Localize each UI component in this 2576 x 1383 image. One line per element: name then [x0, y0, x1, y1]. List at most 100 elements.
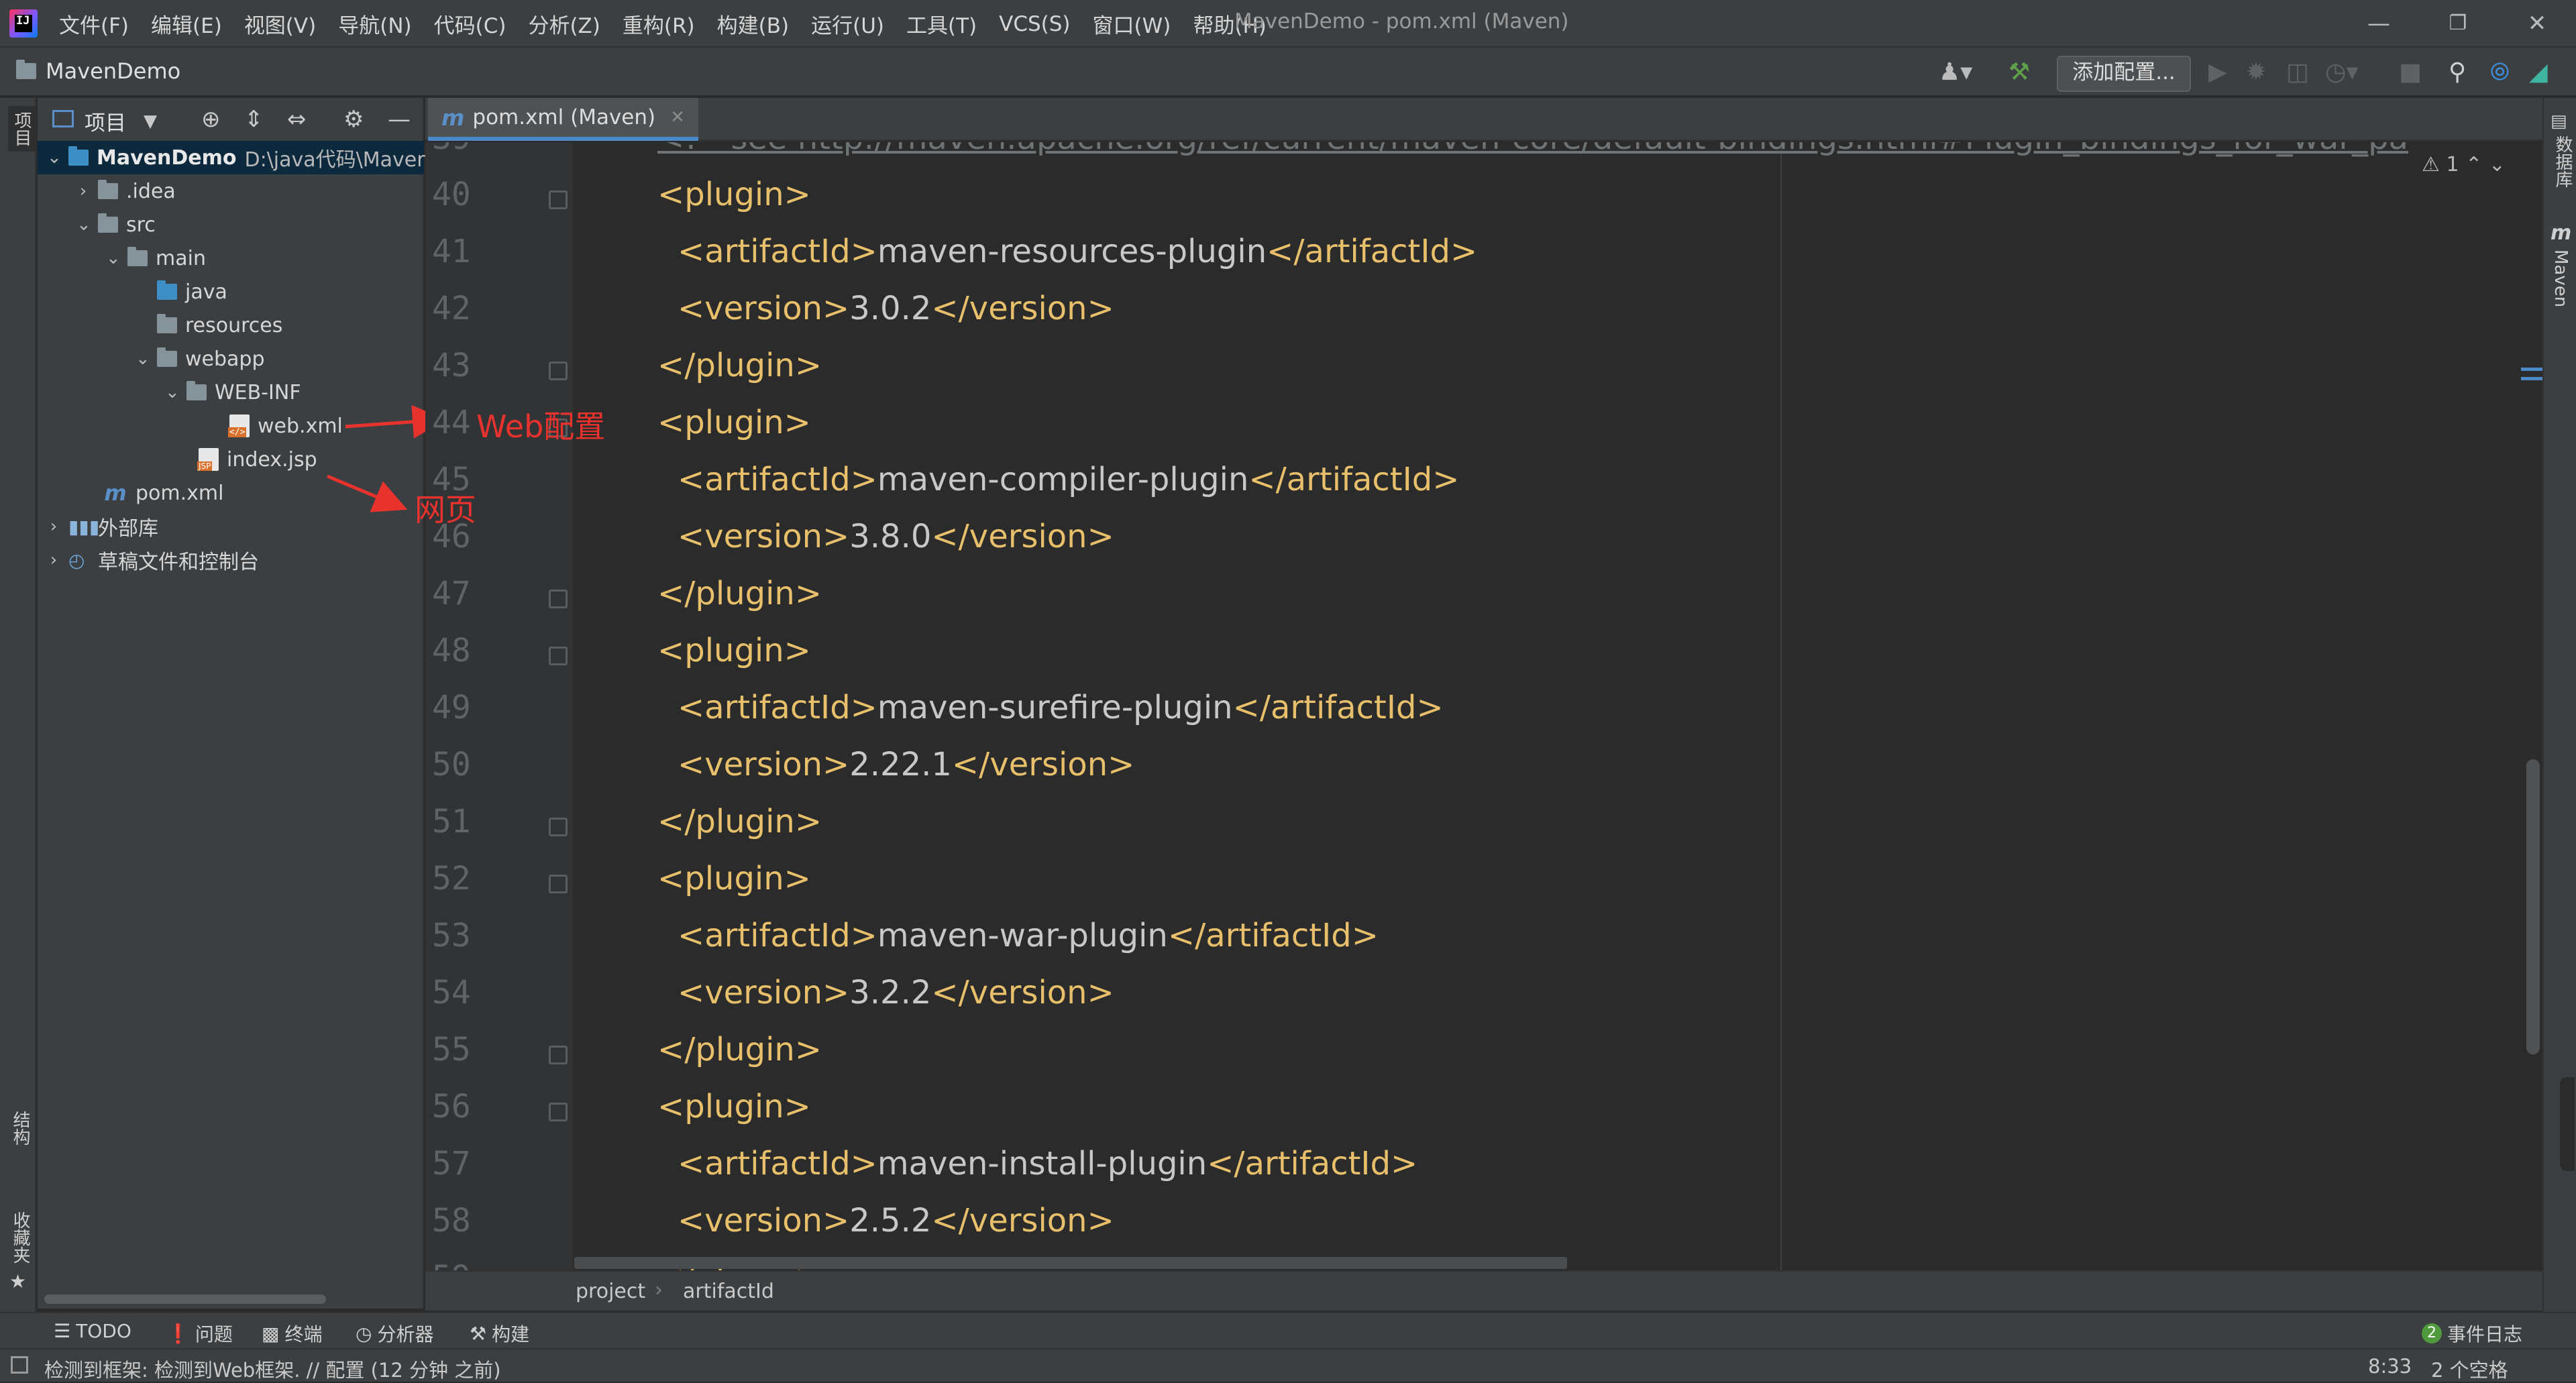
database-tool-tab[interactable]: 数据库: [2551, 135, 2575, 188]
collapse-all-icon[interactable]: ⇔: [287, 106, 307, 133]
coverage-icon[interactable]: ◫: [2286, 59, 2309, 86]
chevron-down-icon[interactable]: ⌄: [136, 349, 150, 369]
menu-file[interactable]: 文件(F): [59, 9, 129, 39]
fold-marker-icon[interactable]: [549, 590, 568, 608]
tree-item-pom-xml[interactable]: m pom.xml: [103, 476, 223, 510]
breadcrumb-separator: ›: [655, 1278, 663, 1302]
chevron-down-icon[interactable]: ▼: [144, 111, 157, 131]
maven-tool-tab[interactable]: Maven: [2551, 250, 2571, 307]
menu-window[interactable]: 窗口(W): [1093, 9, 1171, 39]
profiler-tool-button[interactable]: ◷ 分析器: [356, 1320, 433, 1347]
hide-panel-icon[interactable]: —: [388, 106, 411, 133]
fold-marker-icon[interactable]: [549, 647, 568, 665]
tree-item-scratches[interactable]: › ◴ 草稿文件和控制台: [47, 543, 259, 577]
menu-vcs[interactable]: VCS(S): [999, 12, 1070, 36]
search-icon[interactable]: ⚲: [2449, 59, 2466, 86]
chevron-down-icon[interactable]: ⌄: [106, 248, 121, 268]
code-line: <artifactId>maven-compiler-plugin</artif…: [678, 461, 1460, 498]
chevron-down-icon[interactable]: ⌄: [76, 215, 91, 235]
tree-item-external-libraries[interactable]: › ▮▮▮ 外部库: [47, 510, 158, 543]
tree-item-label: java: [185, 280, 227, 304]
code-line: <version>3.2.2</version>: [678, 974, 1114, 1011]
restore-icon[interactable]: ❐: [2438, 8, 2478, 39]
locate-icon[interactable]: ⊕: [201, 106, 221, 133]
todo-tool-button[interactable]: ☰ TODO: [54, 1320, 131, 1342]
project-panel-title[interactable]: 项目: [85, 106, 126, 136]
terminal-tool-button[interactable]: ▩ 终端: [262, 1320, 322, 1347]
breadcrumb-project[interactable]: project: [576, 1280, 645, 1303]
menu-build[interactable]: 构建(B): [717, 9, 789, 39]
inspection-widget[interactable]: ⚠ 1 ⌃ ⌄: [2422, 153, 2506, 176]
code-line: <plugin>: [657, 1088, 811, 1125]
fold-marker-icon[interactable]: [549, 362, 568, 380]
menu-code[interactable]: 代码(C): [434, 9, 506, 39]
todo-label: TODO: [76, 1320, 131, 1342]
tree-item-mavendemo[interactable]: ⌄ MavenDemo D:\java代码\Maver: [47, 141, 425, 174]
update-icon[interactable]: ⦾: [2490, 59, 2510, 86]
tree-item-webapp[interactable]: ⌄ webapp: [136, 342, 265, 376]
stop-icon[interactable]: ■: [2399, 59, 2422, 86]
status-message[interactable]: 检测到框架: 检测到Web框架. // 配置 (12 分钟 之前): [44, 1355, 501, 1383]
menu-navigate[interactable]: 导航(N): [338, 9, 411, 39]
editor-vertical-scrollbar[interactable]: [2526, 759, 2540, 1054]
previous-icon[interactable]: ⌃: [2465, 153, 2482, 176]
maven-file-icon: m: [104, 480, 127, 506]
fold-marker-icon[interactable]: [549, 1046, 568, 1064]
fold-marker-icon[interactable]: [549, 1103, 568, 1121]
indent-setting[interactable]: 2 个空格: [2431, 1355, 2508, 1383]
tree-item-index-jsp[interactable]: index.jsp: [197, 443, 317, 476]
project-horizontal-scrollbar[interactable]: [44, 1294, 326, 1304]
status-toggle-icon[interactable]: [11, 1356, 28, 1374]
add-configuration-button[interactable]: 添加配置...: [2057, 56, 2191, 92]
menu-view[interactable]: 视图(V): [244, 9, 316, 39]
tree-item-src[interactable]: ⌄ src: [76, 208, 156, 241]
fold-marker-icon[interactable]: [549, 875, 568, 893]
menu-run[interactable]: 运行(U): [811, 9, 884, 39]
tree-item-web-xml[interactable]: web.xml: [228, 409, 343, 443]
plugin-icon[interactable]: ◢: [2529, 59, 2548, 86]
tree-item-main[interactable]: ⌄ main: [106, 241, 206, 275]
favorites-tool-tab[interactable]: 收藏夹: [8, 1211, 33, 1264]
fold-marker-icon[interactable]: [549, 190, 568, 209]
profile-icon[interactable]: ◷▾: [2325, 59, 2358, 86]
editor-horizontal-scrollbar[interactable]: [574, 1257, 1567, 1269]
chevron-right-icon[interactable]: ›: [47, 516, 60, 537]
fold-marker-icon[interactable]: [549, 818, 568, 836]
project-breadcrumb[interactable]: MavenDemo: [16, 58, 180, 84]
tree-item-java[interactable]: java: [157, 275, 227, 309]
user-icon[interactable]: ♟▾: [1939, 59, 1972, 86]
event-log-tool-button[interactable]: 2 事件日志: [2422, 1320, 2522, 1347]
next-icon[interactable]: ⌄: [2489, 153, 2506, 176]
build-tool-button[interactable]: ⚒ 构建: [470, 1320, 529, 1347]
gear-icon[interactable]: ⚙: [343, 106, 364, 133]
warning-count: 1: [2446, 153, 2459, 176]
expand-all-icon[interactable]: ⇕: [244, 106, 264, 133]
project-tool-tab[interactable]: 项目: [8, 106, 36, 152]
chevron-down-icon[interactable]: ⌄: [47, 148, 62, 168]
tree-item-resources[interactable]: resources: [157, 309, 282, 342]
tree-item-web-inf[interactable]: ⌄ WEB-INF: [165, 376, 301, 409]
tab-pom-xml[interactable]: m pom.xml (Maven) ✕: [428, 98, 698, 141]
chevron-right-icon[interactable]: ›: [76, 181, 90, 201]
breadcrumb-artifactid[interactable]: artifactId: [683, 1280, 774, 1303]
tree-item-idea[interactable]: › .idea: [76, 174, 176, 208]
minimize-icon[interactable]: —: [2359, 8, 2399, 39]
tree-item-path: D:\java代码\Maver: [244, 148, 425, 172]
line-number: 59: [432, 1259, 533, 1270]
code-editor[interactable]: <!-- see http://maven.apache.org/ref/cur…: [425, 142, 2576, 1270]
debug-icon[interactable]: ✹: [2246, 59, 2266, 86]
menu-analyze[interactable]: 分析(Z): [528, 9, 600, 39]
close-window-icon[interactable]: ✕: [2517, 8, 2557, 39]
run-icon[interactable]: ▶: [2208, 59, 2227, 86]
menu-refactor[interactable]: 重构(R): [623, 9, 695, 39]
chevron-right-icon[interactable]: ›: [47, 550, 60, 570]
build-hammer-icon[interactable]: ⚒: [2008, 59, 2030, 86]
problems-tool-button[interactable]: ❗ 问题: [166, 1320, 233, 1347]
caret-position[interactable]: 8:33: [2368, 1355, 2412, 1378]
structure-tool-tab[interactable]: 结构: [8, 1111, 33, 1146]
menu-edit[interactable]: 编辑(E): [151, 9, 222, 39]
chevron-down-icon[interactable]: ⌄: [165, 382, 180, 402]
menu-tools[interactable]: 工具(T): [906, 9, 977, 39]
close-tab-icon[interactable]: ✕: [670, 107, 685, 127]
intellij-logo-icon[interactable]: IJ: [9, 9, 38, 38]
